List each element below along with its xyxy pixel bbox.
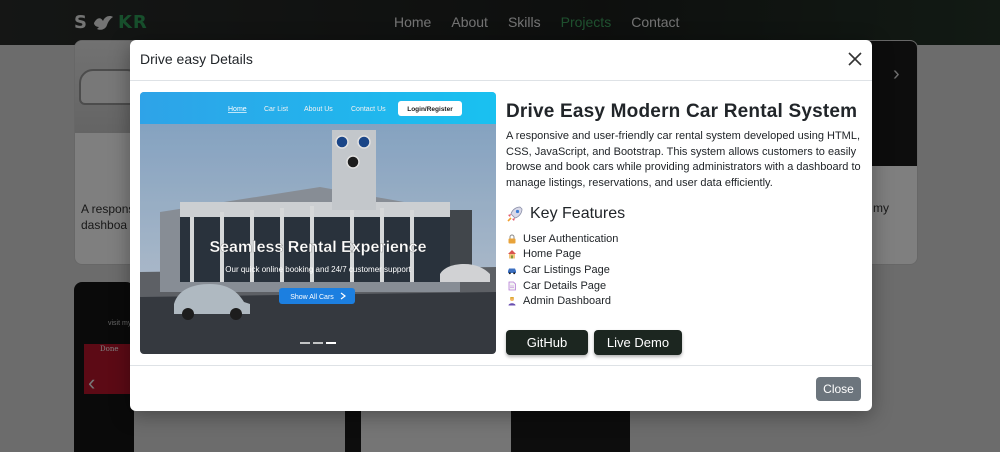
project-description: A responsive and user-friendly car renta… — [506, 130, 861, 189]
screenshot-nav-home: Home — [228, 106, 247, 113]
modal-header: Drive easy Details — [130, 40, 872, 81]
lock-icon — [508, 234, 516, 244]
page-icon — [508, 281, 516, 290]
rocket-icon — [507, 206, 523, 222]
house-icon — [508, 250, 516, 259]
github-button[interactable]: GitHub — [506, 330, 588, 355]
modal-footer: Close — [130, 365, 872, 411]
screenshot-nav-contact: Contact Us — [351, 106, 386, 113]
list-item: Home Page — [507, 247, 618, 263]
live-demo-button[interactable]: Live Demo — [594, 330, 682, 355]
screenshot-login-button: Login/Register — [407, 106, 453, 113]
screenshot-hero-subtitle: Our quick online booking and 24/7 custom… — [225, 265, 411, 274]
screenshot-hero-title: Seamless Rental Experience — [209, 239, 426, 256]
admin-icon — [508, 297, 516, 306]
features-heading: Key Features — [506, 205, 625, 223]
list-item: Admin Dashboard — [507, 293, 618, 309]
screenshot-cta-button: Show All Cars — [290, 294, 334, 301]
close-button[interactable]: Close — [816, 377, 861, 401]
list-item: User Authentication — [507, 231, 618, 247]
list-item: Car Listings Page — [507, 262, 618, 278]
car-icon — [508, 268, 516, 275]
project-screenshot: Home Car List About Us Contact Us Login/… — [140, 92, 496, 354]
modal-title: Drive easy Details — [140, 51, 253, 67]
screenshot-nav-car-list: Car List — [264, 106, 288, 113]
project-details-modal: Drive easy Details Home Car List About U… — [130, 40, 872, 411]
screenshot-nav-about: About Us — [304, 106, 333, 113]
features-list: User Authentication Home Page Car Listin… — [507, 231, 618, 309]
project-title: Drive Easy Modern Car Rental System — [506, 101, 858, 122]
close-icon[interactable] — [846, 50, 864, 68]
list-item: Car Details Page — [507, 278, 618, 294]
